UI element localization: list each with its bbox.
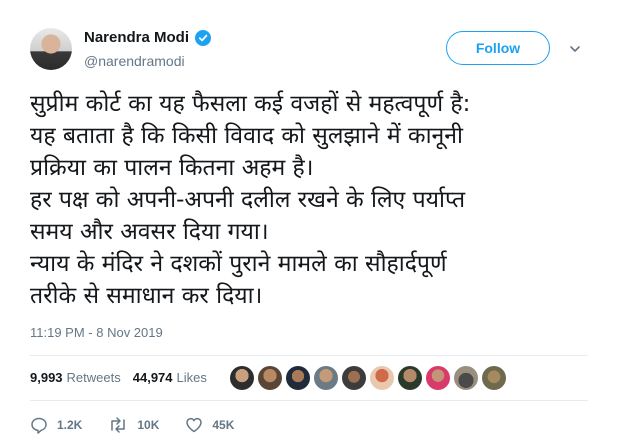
chevron-down-icon[interactable] xyxy=(568,42,582,56)
follow-button[interactable]: Follow xyxy=(446,31,550,65)
divider xyxy=(30,400,588,401)
like-count: 45K xyxy=(212,418,235,432)
tweet-text: सुप्रीम कोर्ट का यह फैसला कई वजहों से मह… xyxy=(30,88,605,312)
retweet-count: 10K xyxy=(137,418,160,432)
tweet-line: समय और अवसर दिया गया। xyxy=(30,219,269,245)
tweet-line: सुप्रीम कोर्ट का यह फैसला कई वजहों से मह… xyxy=(30,91,471,117)
tweet-line: तरीके से समाधान कर दिया। xyxy=(30,283,263,309)
liker-avatar[interactable] xyxy=(370,366,394,390)
retweets-count[interactable]: 9,993 xyxy=(30,370,63,385)
liker-avatar[interactable] xyxy=(230,366,254,390)
reply-button[interactable]: 1.2K xyxy=(30,416,82,434)
likers-avatars xyxy=(230,366,510,390)
divider xyxy=(30,355,588,356)
reply-count: 1.2K xyxy=(57,418,83,432)
liker-avatar[interactable] xyxy=(482,366,506,390)
author-name-row: Narendra Modi xyxy=(84,29,212,46)
retweet-icon xyxy=(111,417,126,433)
avatar[interactable] xyxy=(30,28,72,70)
tweet-line: न्याय के मंदिर ने दशकों पुराने मामले का … xyxy=(30,251,447,277)
liker-avatar[interactable] xyxy=(286,366,310,390)
liker-avatar[interactable] xyxy=(398,366,422,390)
tweet-actions: 1.2K 10K 45K xyxy=(30,416,260,434)
liker-avatar[interactable] xyxy=(314,366,338,390)
retweets-label[interactable]: Retweets xyxy=(67,370,121,385)
display-name[interactable]: Narendra Modi xyxy=(84,29,189,46)
like-button[interactable]: 45K xyxy=(185,416,234,434)
user-handle[interactable]: @narendramodi xyxy=(84,53,185,69)
retweet-button[interactable]: 10K xyxy=(108,416,159,434)
tweet-line: यह बताता है कि किसी विवाद को सुलझाने में… xyxy=(30,123,464,149)
liker-avatar[interactable] xyxy=(454,366,478,390)
likes-label[interactable]: Likes xyxy=(177,370,207,385)
verified-badge-icon xyxy=(195,29,212,46)
liker-avatar[interactable] xyxy=(426,366,450,390)
liker-avatar[interactable] xyxy=(342,366,366,390)
tweet-line: हर पक्ष को अपनी-अपनी दलील रखने के लिए पर… xyxy=(30,187,466,213)
likes-count[interactable]: 44,974 xyxy=(133,370,173,385)
engagement-stats: 9,993 Retweets 44,974 Likes xyxy=(30,370,219,385)
like-icon xyxy=(186,417,203,433)
reply-icon xyxy=(31,417,47,434)
liker-avatar[interactable] xyxy=(258,366,282,390)
tweet-timestamp[interactable]: 11:19 PM - 8 Nov 2019 xyxy=(30,325,163,340)
tweet-line: प्रक्रिया का पालन कितना अहम है। xyxy=(30,155,314,181)
